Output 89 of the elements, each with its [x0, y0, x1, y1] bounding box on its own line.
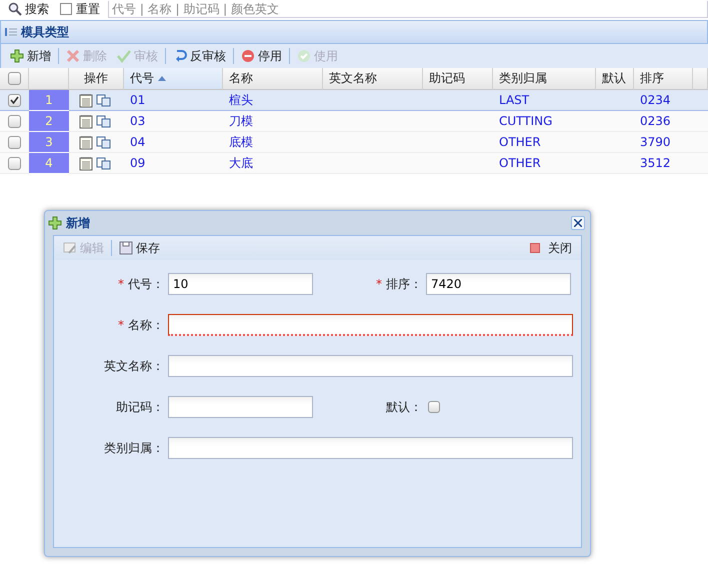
copy-icon[interactable] [96, 114, 111, 128]
input-field[interactable] [168, 314, 573, 336]
field-label: * 排序： [375, 276, 422, 292]
plus-icon [10, 49, 24, 63]
column-label: 类别归属 [499, 70, 547, 87]
table-cell: 3512 [634, 153, 693, 174]
select-all-checkbox[interactable] [8, 72, 21, 85]
field-label: 类别归属： [103, 440, 164, 456]
table-cell: 刀模 [223, 111, 323, 132]
undo-button[interactable]: 反审核 [170, 46, 229, 66]
row-number: 1 [29, 90, 69, 111]
column-header[interactable]: 代号 [124, 68, 223, 90]
reset-button[interactable]: 重置 [57, 0, 102, 18]
table-cell: OTHER [493, 132, 596, 153]
table-cell [693, 90, 708, 111]
notepad-icon[interactable] [79, 92, 93, 108]
add-button[interactable]: 新增 [7, 46, 54, 66]
check-circle-icon [297, 49, 311, 63]
row-checkbox[interactable] [8, 156, 21, 170]
panel-title: 模具类型 [21, 24, 69, 40]
square-icon [530, 243, 540, 253]
table-cell: 0236 [634, 111, 693, 132]
stop-button[interactable]: 停用 [238, 46, 285, 66]
check-icon [117, 49, 131, 63]
column-label: 操作 [84, 70, 108, 87]
table-cell: LAST [493, 90, 596, 111]
row-checkbox[interactable] [8, 114, 21, 128]
cross-icon [66, 49, 80, 63]
column-header[interactable]: 操作 [69, 68, 124, 90]
notepad-icon[interactable] [79, 156, 93, 170]
table-cell: 底模 [223, 132, 323, 153]
panel-icon [5, 27, 17, 37]
column-header[interactable]: 类别归属 [493, 68, 596, 90]
close-button[interactable] [571, 216, 585, 230]
column-header[interactable]: 英文名称 [323, 68, 423, 90]
column-label: 代号 [130, 70, 154, 87]
table-cell: 03 [124, 111, 223, 132]
table-cell: 3790 [634, 132, 693, 153]
dialog-title: 新增 [66, 214, 91, 232]
table-cell: OTHER [493, 153, 596, 174]
search-icon [8, 2, 22, 16]
close-button[interactable]: 关闭 [527, 238, 575, 258]
table-cell: 01 [124, 90, 223, 111]
copy-icon[interactable] [96, 156, 111, 170]
table-cell: 大底 [223, 153, 323, 174]
table-cell [693, 111, 708, 132]
row-checkbox[interactable] [8, 94, 21, 106]
column-label: 英文名称 [329, 70, 377, 87]
table-cell: 0234 [634, 90, 693, 111]
row-number: 4 [29, 153, 69, 174]
column-header[interactable]: 助记码 [423, 68, 493, 90]
table-cell: 楦头 [223, 90, 323, 111]
column-header[interactable]: 默认 [596, 68, 634, 90]
field-label: * 代号： [117, 276, 164, 292]
stop-icon [241, 49, 255, 63]
column-label: 名称 [229, 70, 253, 87]
column-label: 助记码 [429, 70, 465, 87]
input-field[interactable] [168, 396, 313, 418]
search-button[interactable]: 搜索 [6, 0, 51, 18]
sort-ascending-icon [158, 76, 166, 81]
column-label: 排序 [640, 70, 664, 87]
table-cell: CUTTING [493, 111, 596, 132]
checkbox[interactable] [428, 401, 440, 413]
row-number: 2 [29, 111, 69, 132]
floppy-icon [119, 241, 133, 255]
row-number: 3 [29, 132, 69, 153]
copy-icon[interactable] [96, 94, 111, 106]
notepad-icon[interactable] [79, 134, 93, 150]
field-label: 英文名称： [103, 358, 164, 374]
table-cell: 09 [124, 153, 223, 174]
input-field[interactable]: 10 [168, 273, 313, 295]
table-cell: 04 [124, 132, 223, 153]
search-field[interactable]: 代号 | 名称 | 助记码 | 颜色英文 [108, 0, 708, 18]
row-checkbox[interactable] [8, 136, 21, 148]
field-label: 默认： [385, 398, 422, 416]
header-cell [693, 68, 708, 90]
edit-icon [63, 241, 77, 255]
field-label: 助记码： [115, 398, 164, 416]
save-button[interactable]: 保存 [116, 238, 163, 258]
field-label: * 名称： [117, 316, 164, 334]
column-header[interactable]: 名称 [223, 68, 323, 90]
input-field[interactable]: 7420 [426, 273, 571, 295]
input-field[interactable] [168, 355, 573, 377]
copy-icon[interactable] [96, 136, 111, 148]
plus-icon [48, 216, 62, 230]
notepad-icon[interactable] [79, 114, 93, 128]
column-label: 默认 [602, 70, 626, 87]
column-header[interactable]: 排序 [634, 68, 693, 90]
input-field[interactable] [168, 437, 573, 459]
